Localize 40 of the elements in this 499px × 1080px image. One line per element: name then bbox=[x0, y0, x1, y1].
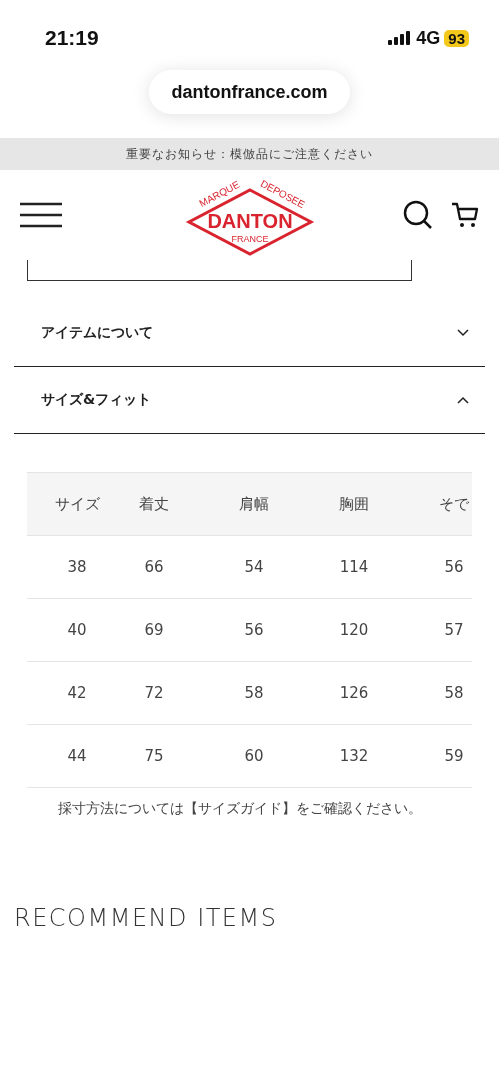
table-cell: 60 bbox=[244, 747, 264, 765]
table-cell: 44 bbox=[67, 747, 87, 765]
column-header: 胸囲 bbox=[339, 494, 369, 514]
chevron-icon bbox=[457, 396, 469, 404]
table-cell: 75 bbox=[144, 747, 164, 765]
table-cell: 56 bbox=[244, 621, 264, 639]
address-bar[interactable]: dantonfrance.com bbox=[149, 70, 350, 114]
section-title: RECOMMEND ITEMS bbox=[14, 904, 279, 932]
accordion-header[interactable]: アイテムについて bbox=[14, 300, 485, 367]
table-cell: 132 bbox=[339, 747, 369, 765]
table-cell: 58 bbox=[244, 684, 264, 702]
network-label: 4G bbox=[416, 27, 441, 49]
menu-icon[interactable] bbox=[20, 202, 62, 228]
size-guide-note: 採寸方法については【サイズガイド】をご確認ください。 bbox=[58, 800, 423, 818]
notice-banner[interactable]: 重要なお知らせ：模倣品にご注意ください bbox=[0, 138, 499, 170]
table-cell: 114 bbox=[339, 558, 369, 576]
table-cell: 54 bbox=[244, 558, 264, 576]
status-time: 21:19 bbox=[45, 26, 99, 50]
table-cell: 57 bbox=[444, 621, 464, 639]
table-cell: 56 bbox=[444, 558, 464, 576]
cart-icon[interactable] bbox=[451, 201, 479, 229]
table-cell: 58 bbox=[444, 684, 464, 702]
accordion-header[interactable]: サイズ&フィット bbox=[14, 367, 485, 434]
table-cell: 40 bbox=[67, 621, 87, 639]
table-cell: 126 bbox=[339, 684, 369, 702]
column-header: そで bbox=[439, 494, 469, 514]
table-cell: 69 bbox=[144, 621, 164, 639]
signal-icon bbox=[388, 31, 413, 45]
table-cell: 66 bbox=[144, 558, 164, 576]
column-header: サイズ bbox=[54, 494, 100, 514]
battery-indicator: 93 bbox=[444, 29, 469, 47]
chevron-icon bbox=[457, 329, 469, 337]
search-icon[interactable] bbox=[403, 200, 433, 230]
table-cell: 72 bbox=[144, 684, 164, 702]
column-header: 肩幅 bbox=[239, 494, 269, 514]
table-cell: 38 bbox=[67, 558, 87, 576]
column-header: 着丈 bbox=[139, 494, 169, 514]
table-cell: 42 bbox=[67, 684, 87, 702]
table-cell: 120 bbox=[339, 621, 369, 639]
table-cell: 59 bbox=[444, 747, 464, 765]
